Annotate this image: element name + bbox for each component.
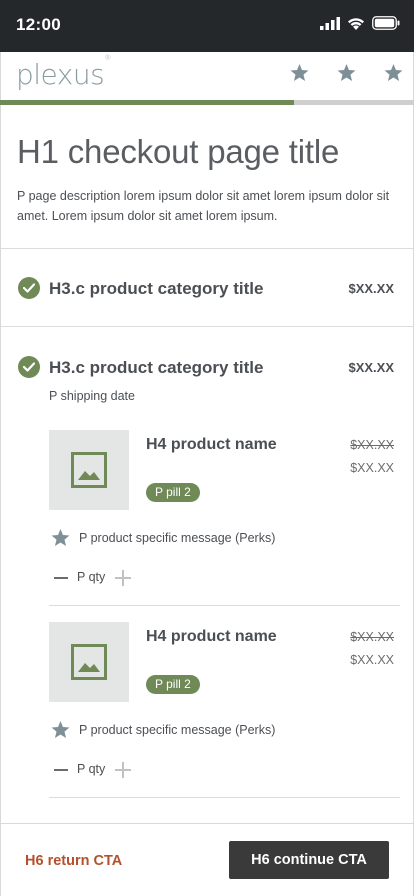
product-price: $XX.XX bbox=[350, 461, 394, 475]
product-perk-message: P product specific message (Perks) bbox=[79, 531, 276, 545]
image-placeholder-icon bbox=[71, 452, 107, 488]
status-bar: 12:00 bbox=[0, 0, 414, 52]
check-icon bbox=[18, 356, 40, 378]
product-pill: P pill 2 bbox=[146, 675, 200, 694]
star-icon bbox=[51, 529, 70, 546]
divider bbox=[1, 326, 413, 327]
star-icon bbox=[290, 64, 309, 81]
product-image[interactable] bbox=[49, 622, 129, 702]
product-name[interactable]: H4 product name bbox=[146, 628, 277, 646]
product-original-price: $XX.XX bbox=[350, 438, 394, 452]
check-icon bbox=[18, 277, 40, 299]
logo-mark: ® bbox=[104, 53, 111, 62]
product-perk-message: P product specific message (Perks) bbox=[79, 723, 276, 737]
star-icon bbox=[337, 64, 356, 81]
qty-decrease-button[interactable] bbox=[54, 577, 68, 579]
logo-text: plexus bbox=[16, 58, 105, 91]
checkout-content: H1 checkout page title P page descriptio… bbox=[0, 105, 414, 823]
category-price: $XX.XX bbox=[348, 281, 394, 296]
divider bbox=[1, 248, 413, 249]
product-original-price: $XX.XX bbox=[350, 630, 394, 644]
divider bbox=[49, 605, 400, 606]
category-title[interactable]: H3.c product category title bbox=[49, 358, 263, 378]
qty-label: P qty bbox=[77, 570, 106, 584]
product-price: $XX.XX bbox=[350, 653, 394, 667]
battery-icon bbox=[372, 16, 400, 30]
star-icon bbox=[51, 721, 70, 738]
qty-increase-button[interactable] bbox=[115, 762, 131, 778]
qty-increase-button[interactable] bbox=[115, 570, 131, 586]
status-time: 12:00 bbox=[16, 15, 61, 34]
category-title[interactable]: H3.c product category title bbox=[49, 279, 263, 299]
shipping-date: P shipping date bbox=[49, 389, 135, 403]
star-icon bbox=[384, 64, 403, 81]
product-name[interactable]: H4 product name bbox=[146, 436, 277, 454]
return-button[interactable]: H6 return CTA bbox=[25, 853, 122, 869]
category-price: $XX.XX bbox=[348, 360, 394, 375]
checkout-steps bbox=[290, 64, 403, 82]
checkout-footer: H6 return CTA H6 continue CTA bbox=[0, 823, 414, 896]
qty-decrease-button[interactable] bbox=[54, 769, 68, 771]
signal-icon bbox=[320, 16, 340, 30]
product-image[interactable] bbox=[49, 430, 129, 510]
wifi-icon bbox=[348, 17, 364, 30]
image-placeholder-icon bbox=[71, 644, 107, 680]
continue-button[interactable]: H6 continue CTA bbox=[229, 841, 389, 879]
plexus-logo[interactable]: plexus® bbox=[16, 54, 111, 91]
status-icons bbox=[320, 16, 400, 30]
page-description: P page description lorem ipsum dolor sit… bbox=[17, 189, 390, 223]
page-title: H1 checkout page title bbox=[17, 133, 340, 170]
product-pill: P pill 2 bbox=[146, 483, 200, 502]
divider bbox=[49, 797, 400, 798]
app-header: plexus® bbox=[0, 52, 414, 101]
qty-label: P qty bbox=[77, 762, 106, 776]
